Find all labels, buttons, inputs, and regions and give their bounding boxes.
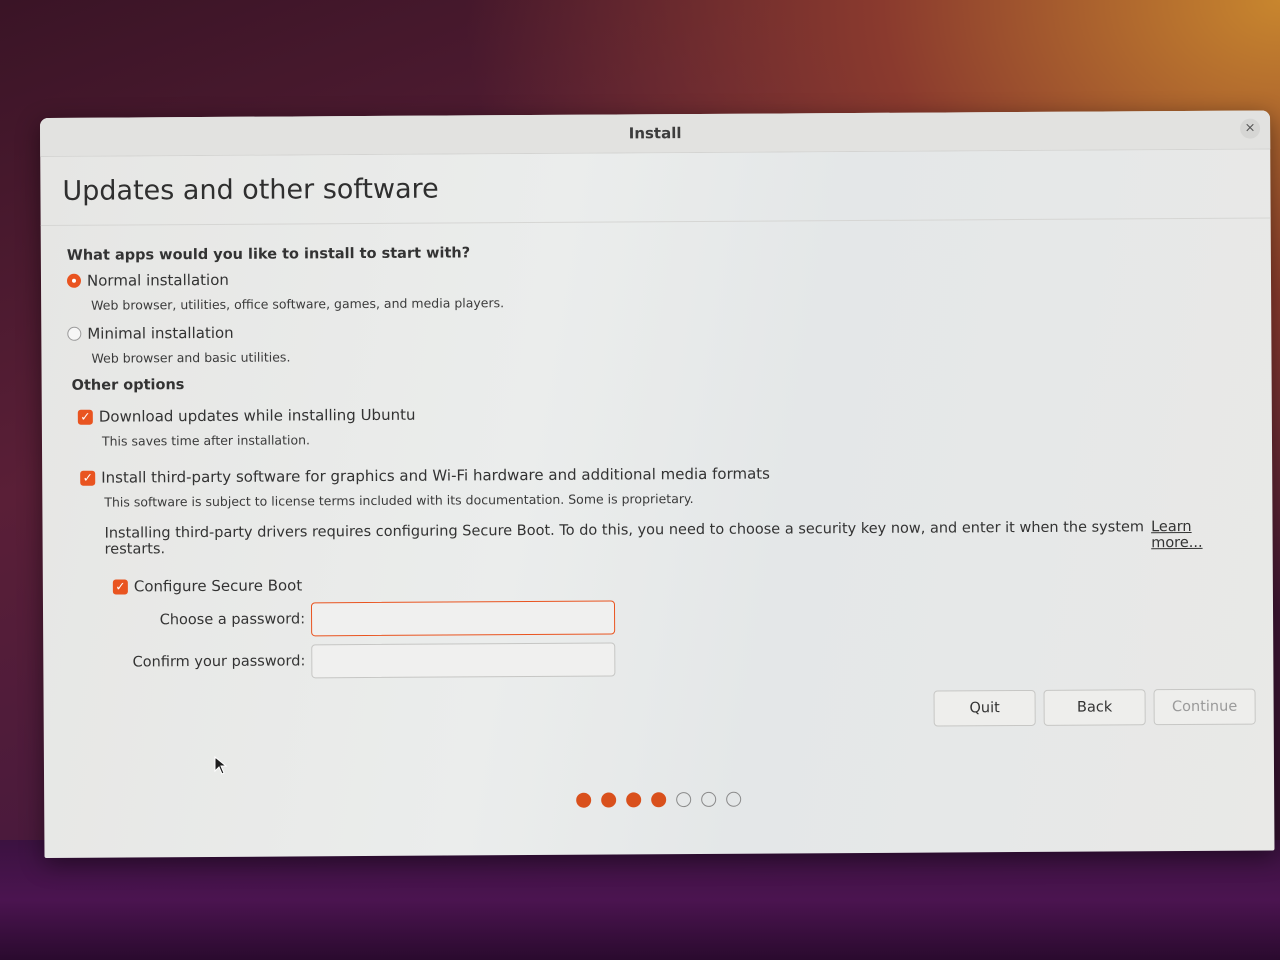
third-party-label: Install third-party software for graphic…	[101, 464, 771, 487]
page-title: Updates and other software	[62, 173, 439, 207]
checkbox-checked-icon[interactable]: ✓	[77, 409, 93, 425]
download-updates-label: Download updates while installing Ubuntu	[98, 405, 416, 426]
progress-step-dot	[701, 791, 717, 807]
mouse-pointer-icon	[214, 756, 228, 775]
confirm-password-label: Confirm your password:	[132, 653, 306, 671]
confirm-password-row: Confirm your password:	[69, 639, 1247, 680]
apps-question: What apps would you like to install to s…	[66, 245, 471, 264]
continue-button[interactable]: Continue	[1153, 688, 1256, 726]
minimal-installation-description: Web browser and basic utilities.	[91, 349, 291, 366]
window-title: Install	[628, 124, 682, 143]
radio-selected-icon[interactable]	[66, 273, 82, 288]
progress-step-dot	[576, 792, 592, 808]
progress-step-dot	[726, 791, 742, 807]
page-header: Updates and other software	[40, 149, 1271, 226]
password-row: Choose a password:	[69, 597, 1247, 638]
confirm-password-field[interactable]	[311, 642, 616, 679]
third-party-description: This software is subject to license term…	[104, 491, 694, 510]
quit-button[interactable]: Quit	[933, 689, 1036, 727]
close-icon[interactable]: ×	[1240, 118, 1261, 139]
checkbox-checked-icon[interactable]: ✓	[80, 470, 96, 486]
install-window: Install × Updates and other software Wha…	[40, 110, 1275, 858]
download-updates-description: This saves time after installation.	[101, 432, 311, 449]
normal-installation-radio[interactable]: Normal installation	[66, 265, 1245, 290]
checkbox-checked-icon[interactable]: ✓	[112, 578, 128, 595]
minimal-installation-radio[interactable]: Minimal installation	[67, 318, 1245, 343]
learn-more-link[interactable]: Learn more...	[1151, 519, 1243, 551]
back-button[interactable]: Back	[1043, 689, 1146, 726]
normal-installation-description: Web browser, utilities, office software,…	[91, 295, 505, 313]
normal-installation-label: Normal installation	[86, 270, 229, 290]
main-content: What apps would you like to install to s…	[41, 218, 1274, 808]
secure-boot-note: Installing third-party drivers requires …	[104, 519, 1246, 558]
other-options-title: Other options	[71, 377, 185, 394]
progress-step-dot	[651, 792, 667, 808]
desktop-wallpaper	[0, 840, 1280, 960]
configure-secure-boot-checkbox[interactable]: ✓ Configure Secure Boot	[112, 571, 1247, 596]
configure-secure-boot-label: Configure Secure Boot	[133, 576, 303, 596]
progress-step-dot	[676, 792, 692, 808]
minimal-installation-label: Minimal installation	[87, 323, 234, 343]
button-bar: Quit Back Continue	[933, 688, 1256, 727]
radio-unselected-icon[interactable]	[67, 326, 82, 341]
password-label: Choose a password:	[159, 611, 306, 629]
secure-boot-note-text: Installing third-party drivers requires …	[104, 519, 1145, 558]
progress-indicator	[576, 791, 742, 808]
download-updates-checkbox[interactable]: ✓ Download updates while installing Ubun…	[77, 401, 1246, 426]
password-field[interactable]	[310, 600, 616, 637]
progress-step-dot	[626, 792, 642, 808]
progress-step-dot	[601, 792, 617, 808]
titlebar: Install ×	[40, 110, 1271, 157]
third-party-checkbox[interactable]: ✓ Install third-party software for graph…	[80, 462, 1246, 487]
